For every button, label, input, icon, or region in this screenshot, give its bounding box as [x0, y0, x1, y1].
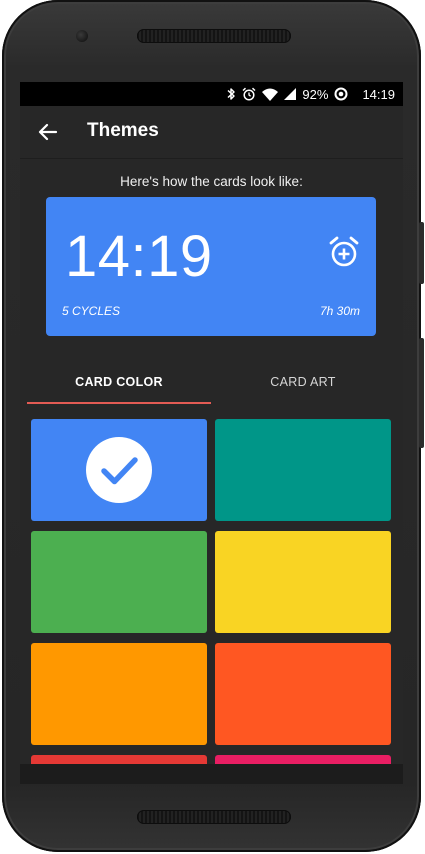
color-swatch-deep-orange[interactable] — [215, 643, 391, 745]
wifi-icon — [262, 88, 279, 101]
screen: 92% 14:19 Themes Here's how the cards lo… — [20, 82, 403, 764]
tab-bar: CARD COLOR CARD ART — [20, 360, 403, 406]
power-button — [419, 222, 424, 284]
color-swatch-pink[interactable] — [215, 755, 391, 764]
color-swatch-green[interactable] — [31, 531, 207, 633]
cell-signal-icon — [284, 88, 297, 100]
color-swatch-red[interactable] — [31, 755, 207, 764]
tab-card-color[interactable]: CARD COLOR — [27, 360, 211, 403]
tab-card-art[interactable]: CARD ART — [211, 360, 395, 403]
app-bar: Themes — [20, 106, 403, 159]
color-grid — [20, 419, 403, 764]
alarm-clock-icon — [242, 87, 256, 101]
preview-card: 14:19 5 CYCLES 7h 30m — [46, 197, 376, 336]
page-title: Themes — [87, 120, 159, 141]
alarm-add-icon — [328, 235, 360, 269]
bottom-speaker — [137, 810, 291, 824]
front-camera — [76, 30, 88, 42]
status-time: 14:19 — [362, 86, 395, 102]
color-swatch-yellow[interactable] — [215, 531, 391, 633]
volume-button — [419, 338, 424, 448]
cycles-label: 5 CYCLES — [62, 304, 121, 318]
tab-indicator — [27, 402, 211, 404]
arrow-left-icon[interactable] — [36, 120, 60, 144]
status-bar: 92% 14:19 — [20, 82, 403, 106]
color-swatch-orange[interactable] — [31, 643, 207, 745]
nav-area — [20, 764, 403, 784]
preview-label: Here's how the cards look like: — [120, 174, 303, 189]
color-swatch-blue[interactable] — [31, 419, 207, 521]
preview-time: 14:19 — [65, 224, 213, 289]
sync-icon — [334, 87, 348, 101]
status-icons: 92% 14:19 — [226, 82, 395, 106]
battery-text: 92% — [302, 86, 329, 102]
duration-label: 7h 30m — [319, 304, 360, 318]
top-speaker — [137, 29, 291, 43]
color-swatch-teal[interactable] — [215, 419, 391, 521]
bluetooth-icon — [226, 87, 236, 101]
checkmark-circle-icon — [86, 437, 152, 503]
